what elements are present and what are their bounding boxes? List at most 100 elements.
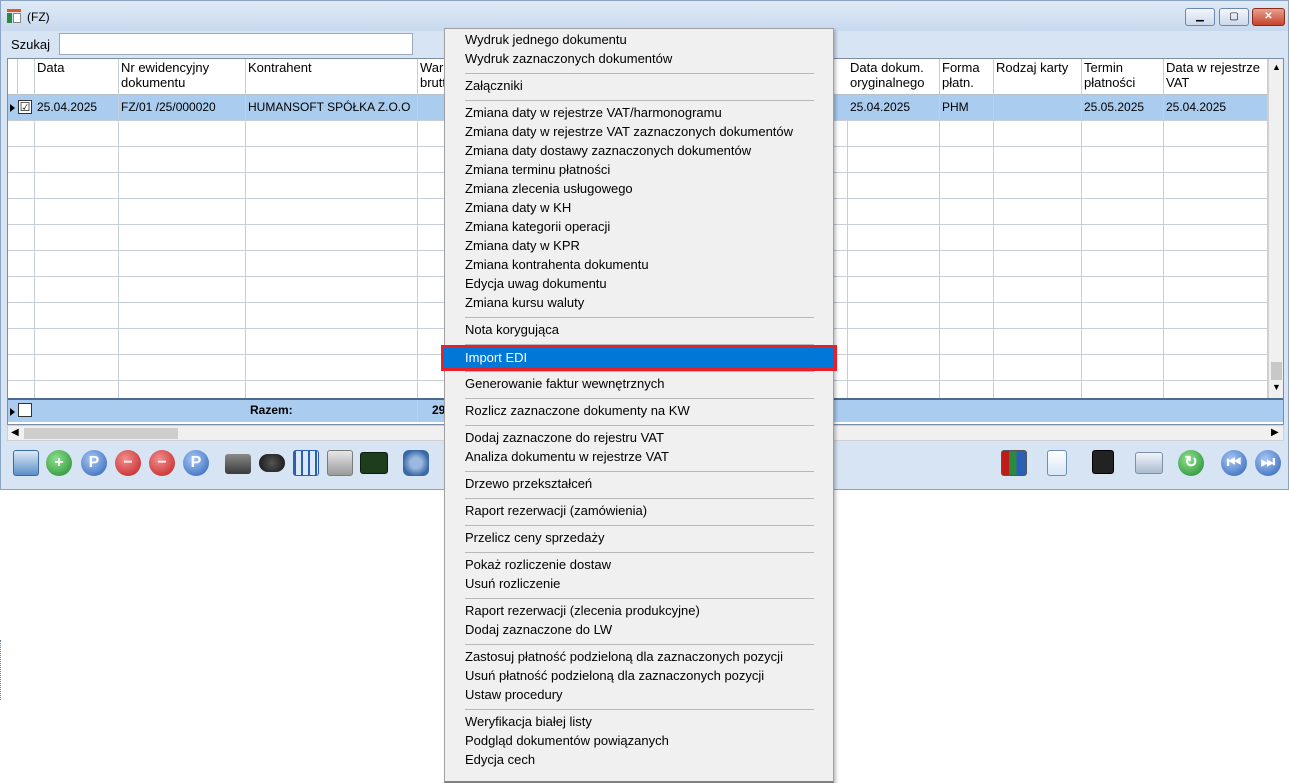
menu-item[interactable]: Ustaw procedury <box>465 685 563 704</box>
cell-nr: FZ/01 /25/000020 <box>119 95 246 121</box>
close-button[interactable]: ✕ <box>1252 8 1285 26</box>
menu-item[interactable]: Edycja cech <box>465 750 535 769</box>
menu-item[interactable]: Zmiana daty w KPR <box>465 236 580 255</box>
menu-item[interactable]: Raport rezerwacji (zlecenia produkcyjne) <box>465 601 700 620</box>
table-cell <box>35 121 119 147</box>
column-header-data-dokum[interactable]: Data dokum. oryginalnego <box>848 59 940 95</box>
menu-item[interactable]: Zmiana zlecenia usługowego <box>465 179 633 198</box>
menu-item[interactable]: Podgląd dokumentów powiązanych <box>465 731 669 750</box>
minimize-button[interactable]: ▁ <box>1185 8 1215 26</box>
table-cell <box>35 251 119 277</box>
menu-item[interactable]: Zastosuj płatność podzieloną dla zaznacz… <box>465 647 783 666</box>
table-cell <box>1082 147 1164 173</box>
chart-icon[interactable] <box>1001 450 1027 476</box>
table-cell <box>1164 329 1268 355</box>
table-cell <box>994 277 1082 303</box>
menu-item[interactable]: Wydruk zaznaczonych dokumentów <box>465 49 672 68</box>
column-header-data[interactable]: Data <box>35 59 119 95</box>
column-header-nr[interactable]: Nr ewidencyjny dokumentu <box>119 59 246 95</box>
table-cell <box>246 121 418 147</box>
structure-icon[interactable] <box>403 450 429 476</box>
table-cell <box>1082 199 1164 225</box>
menu-item[interactable]: Weryfikacja białej listy <box>465 712 592 731</box>
maximize-button[interactable]: ▢ <box>1219 8 1249 26</box>
table-cell <box>1164 355 1268 381</box>
table-cell <box>18 251 35 277</box>
column-header-forma[interactable]: Forma płatn. <box>940 59 994 95</box>
menu-item[interactable]: Zmiana daty w KH <box>465 198 571 217</box>
vertical-scrollbar[interactable]: ▲ ▼ <box>1268 59 1283 398</box>
print-icon[interactable] <box>225 454 251 474</box>
checkbox-column[interactable] <box>18 59 35 95</box>
horizontal-scroll-thumb[interactable] <box>24 428 178 439</box>
column-header-termin-line2: płatności <box>1084 75 1136 90</box>
binoculars-icon[interactable] <box>259 454 285 472</box>
table-cell <box>994 173 1082 199</box>
menu-item-label: Import EDI <box>465 350 528 365</box>
table-cell <box>1164 303 1268 329</box>
menu-item[interactable]: Generowanie faktur wewnętrznych <box>465 374 664 393</box>
search-input[interactable] <box>59 33 413 55</box>
vertical-scroll-thumb[interactable] <box>1271 362 1282 380</box>
scroll-right-icon[interactable]: ▶ <box>1271 427 1279 438</box>
menu-item[interactable]: Przelicz ceny sprzedaży <box>465 528 604 547</box>
preview-icon[interactable]: P <box>81 450 107 476</box>
report-icon[interactable] <box>1047 450 1067 476</box>
add-icon[interactable]: + <box>46 450 72 476</box>
menu-item[interactable]: Dodaj zaznaczone do LW <box>465 620 612 639</box>
table-cell <box>119 225 246 251</box>
menu-item[interactable]: Zmiana kursu waluty <box>465 293 584 312</box>
table-cell <box>35 225 119 251</box>
scroll-left-icon[interactable]: ◀ <box>11 427 19 438</box>
menu-item[interactable]: Wydruk jednego dokumentu <box>465 30 627 49</box>
formula-icon[interactable] <box>360 452 388 474</box>
table-cell <box>1164 173 1268 199</box>
menu-separator <box>465 425 814 426</box>
column-header-data-rej[interactable]: Data w rejestrze VAT <box>1164 59 1268 95</box>
menu-item[interactable]: Zmiana kategorii operacji <box>465 217 610 236</box>
column-header-data-dokum-line1: Data dokum. <box>850 60 924 75</box>
totals-checkbox[interactable] <box>18 403 32 417</box>
scroll-down-icon[interactable]: ▼ <box>1272 382 1281 392</box>
menu-item[interactable]: Analiza dokumentu w rejestrze VAT <box>465 447 669 466</box>
scroll-up-icon[interactable]: ▲ <box>1272 62 1281 72</box>
menu-item[interactable]: Nota korygująca <box>465 320 559 339</box>
last-icon[interactable]: ⏭ <box>1255 450 1281 476</box>
document-export-icon[interactable] <box>13 450 39 476</box>
menu-item[interactable]: Drzewo przekształceń <box>465 474 592 493</box>
menu-item[interactable]: Zmiana kontrahenta dokumentu <box>465 255 649 274</box>
menu-item[interactable]: Zmiana terminu płatności <box>465 160 610 179</box>
refresh-icon[interactable]: ↻ <box>1178 450 1204 476</box>
row-checkbox[interactable]: ☑ <box>18 100 32 114</box>
menu-item[interactable]: Dodaj zaznaczone do rejestru VAT <box>465 428 664 447</box>
windows-icon[interactable] <box>1135 452 1163 474</box>
menu-item[interactable]: Zmiana daty dostawy zaznaczonych dokumen… <box>465 141 751 160</box>
table-cell <box>1082 251 1164 277</box>
menu-item[interactable]: Rozlicz zaznaczone dokumenty na KW <box>465 401 690 420</box>
table-cell <box>1164 199 1268 225</box>
delete-icon[interactable]: − <box>115 450 141 476</box>
menu-item[interactable]: Załączniki <box>465 76 523 95</box>
table-cell <box>848 277 940 303</box>
p-icon[interactable]: P <box>183 450 209 476</box>
menu-item[interactable]: Zmiana daty w rejestrze VAT zaznaczonych… <box>465 122 793 141</box>
column-header-kontrahent[interactable]: Kontrahent <box>246 59 418 95</box>
delete-checked-icon[interactable]: − <box>149 450 175 476</box>
table-cell <box>1164 121 1268 147</box>
recycle-icon[interactable] <box>327 450 353 476</box>
menu-item[interactable]: Raport rezerwacji (zamówienia) <box>465 501 647 520</box>
first-icon[interactable]: ⏮ <box>1221 450 1247 476</box>
column-header-rodzaj[interactable]: Rodzaj karty <box>994 59 1082 95</box>
menu-item-highlighted[interactable]: Import EDI <box>441 345 837 371</box>
column-header-termin[interactable]: Termin płatności <box>1082 59 1164 95</box>
save-icon[interactable] <box>1092 450 1114 474</box>
menu-item[interactable]: Edycja uwag dokumentu <box>465 274 607 293</box>
menu-item[interactable]: Usuń płatność podzieloną dla zaznaczonyc… <box>465 666 764 685</box>
menu-item[interactable]: Usuń rozliczenie <box>465 574 560 593</box>
table-cell <box>1082 277 1164 303</box>
menu-item[interactable]: Zmiana daty w rejestrze VAT/harmonogramu <box>465 103 722 122</box>
table-cell <box>246 277 418 303</box>
table-icon[interactable] <box>293 450 319 476</box>
menu-item[interactable]: Pokaż rozliczenie dostaw <box>465 555 611 574</box>
column-header-nr-line2: dokumentu <box>121 75 186 90</box>
